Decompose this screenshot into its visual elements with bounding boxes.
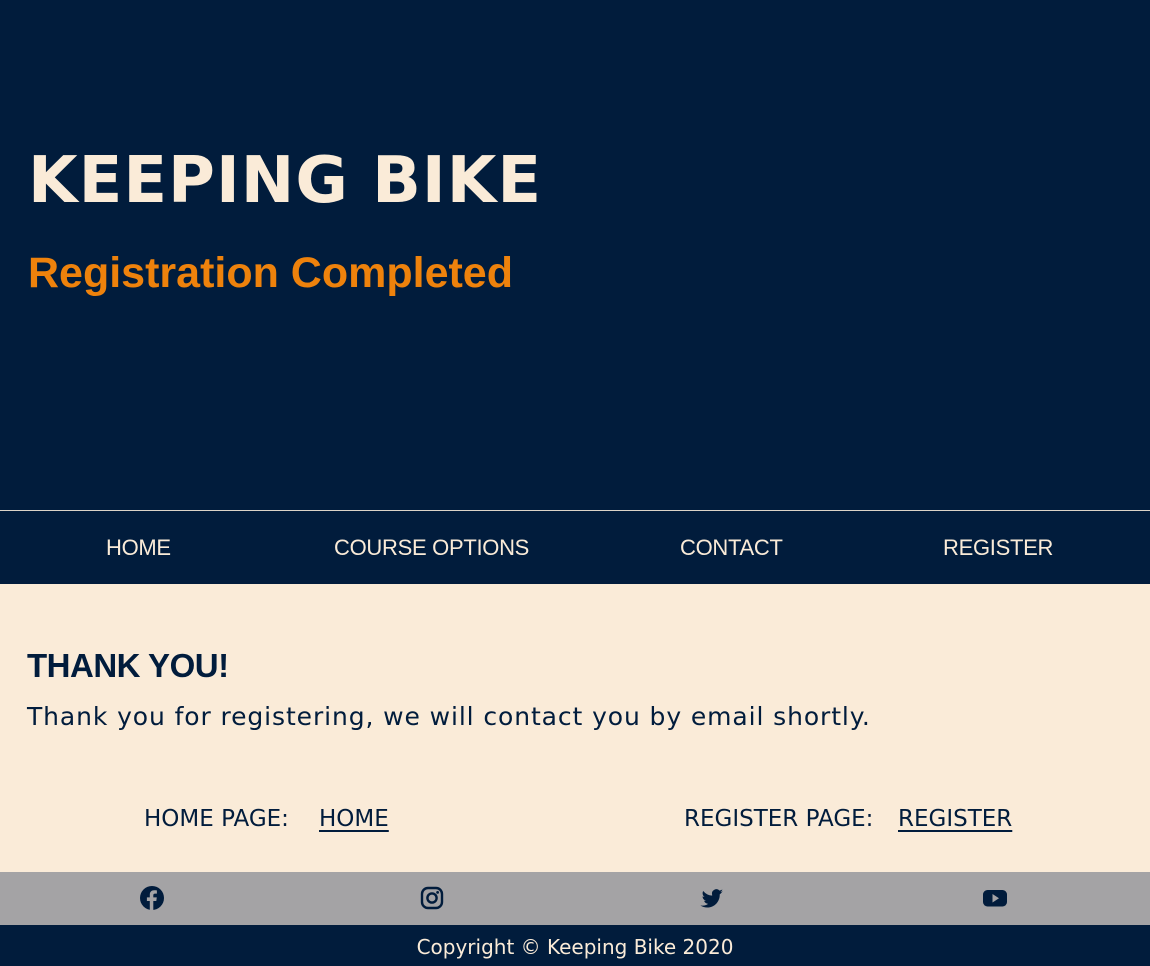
register-page-link[interactable]: REGISTER <box>898 804 1012 834</box>
instagram-icon[interactable] <box>419 885 445 911</box>
main-nav: HOME COURSE OPTIONS CONTACT REGISTER <box>0 510 1150 584</box>
main-content: THANK YOU! Thank you for registering, we… <box>0 584 1150 872</box>
nav-item-contact[interactable]: CONTACT <box>680 535 783 561</box>
thanks-message: Thank you for registering, we will conta… <box>27 702 871 731</box>
nav-item-course-options[interactable]: COURSE OPTIONS <box>334 535 529 561</box>
facebook-icon[interactable] <box>139 885 165 911</box>
social-bar <box>0 872 1150 925</box>
register-page-label: REGISTER PAGE: <box>684 806 874 832</box>
home-page-label: HOME PAGE: <box>144 806 289 832</box>
copyright-text: Copyright © Keeping Bike 2020 <box>416 935 734 959</box>
site-title: KEEPING BIKE <box>28 144 543 218</box>
thanks-heading: THANK YOU! <box>27 647 229 684</box>
hero-header: KEEPING BIKE Registration Completed <box>0 0 1150 510</box>
youtube-icon[interactable] <box>982 885 1008 911</box>
nav-item-register[interactable]: REGISTER <box>943 535 1053 561</box>
twitter-icon[interactable] <box>699 885 725 911</box>
home-page-link[interactable]: HOME <box>319 804 389 834</box>
page-subtitle: Registration Completed <box>28 249 513 297</box>
nav-item-home[interactable]: HOME <box>106 535 171 561</box>
footer: Copyright © Keeping Bike 2020 <box>0 925 1150 966</box>
